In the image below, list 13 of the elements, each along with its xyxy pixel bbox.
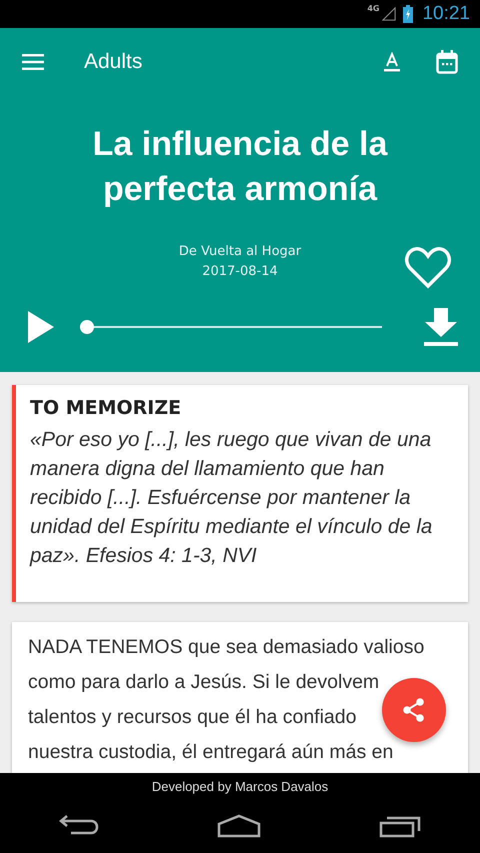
source-label: De Vuelta al Hogar — [178, 243, 302, 261]
lesson-title: La influencia de la perfecta armonía — [92, 124, 389, 210]
date-label: 2017-08-14 — [202, 263, 278, 281]
memory-verse: «Por eso yo [...], les ruego que vivan de una manera digna del llamamiento que han recibido [...]. Esfuércense por mantener la unidad del Espíritu mediante el vínculo de la paz». Efesios 4: 1-3, NVI — [30, 427, 434, 569]
developer-credit: Developed by Marcos Davalos — [152, 779, 328, 794]
toolbar-title: Adults — [84, 50, 144, 74]
clock-time: 10:21 — [422, 3, 470, 25]
reading-line: NADA TENEMOS que sea demasiado valioso — [28, 636, 424, 658]
network-label: 4G — [367, 4, 380, 13]
reading-line: nuestra custodia, él entregará aún más en — [28, 741, 394, 763]
reading-line: como para darlo a Jesús. Si le devolvem — [28, 671, 380, 693]
memorize-heading: TO MEMORIZE — [30, 397, 182, 419]
reading-line: talentos y recursos que él ha confiado — [28, 706, 356, 728]
